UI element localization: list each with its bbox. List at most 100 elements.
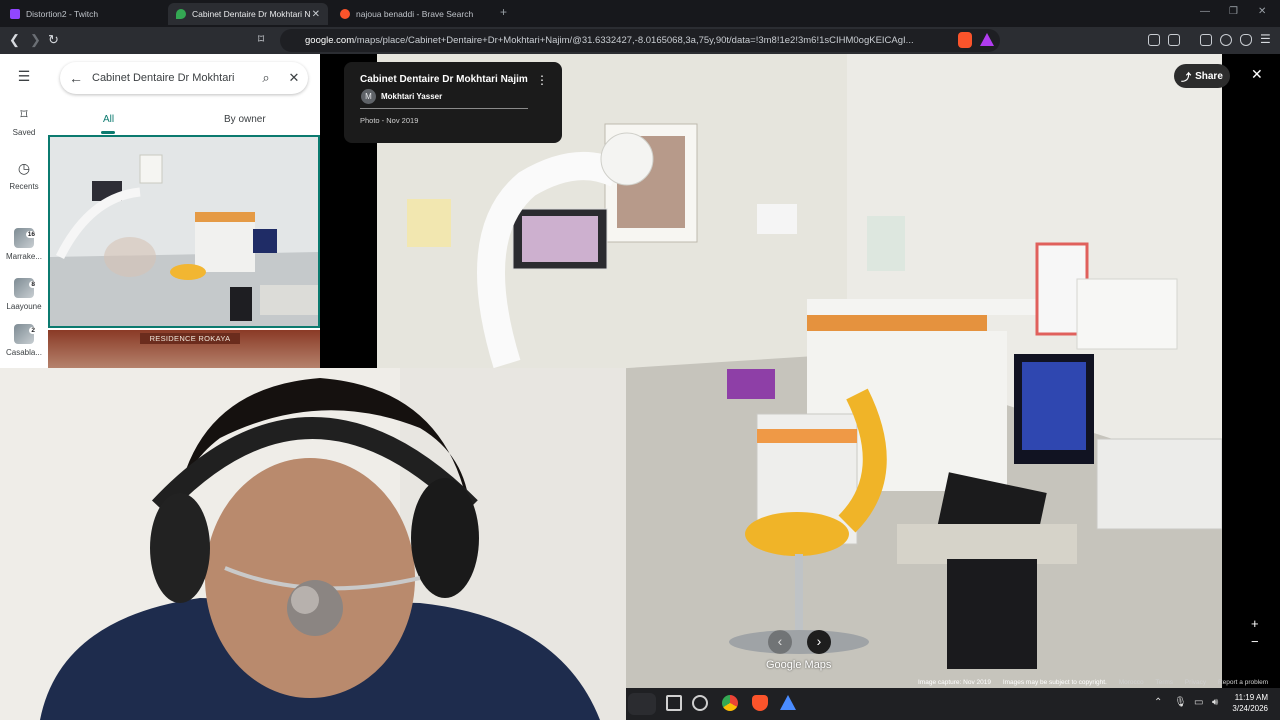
chrome-icon[interactable] — [722, 695, 738, 711]
more-options-icon[interactable]: ⋮ — [536, 73, 548, 87]
browser-tab-strip: Distortion2 - Twitch Cabinet Dentaire Dr… — [0, 0, 1280, 27]
recent-place-casablanca[interactable]: 2 Casabla... — [0, 324, 48, 357]
window-close-icon[interactable]: ✕ — [1258, 6, 1266, 17]
recents-button[interactable]: ◷ Recents — [0, 160, 48, 191]
divider — [360, 108, 528, 109]
hamburger-icon: ☰ — [17, 68, 31, 84]
close-tab-icon[interactable]: ✕ — [312, 9, 320, 20]
tab-label: najoua benaddi - Brave Search — [356, 9, 474, 19]
place-thumbnail: 2 — [14, 324, 37, 344]
recent-place-marrakech[interactable]: 16 Marrake... — [0, 228, 48, 261]
maps-side-rail: ☰ ⌑ Saved ◷ Recents 16 Marrake... 8 Laay… — [0, 54, 48, 368]
terms-link[interactable]: Terms — [1155, 679, 1173, 686]
saved-button[interactable]: ⌑ Saved — [0, 106, 48, 137]
brave-icon[interactable] — [752, 695, 768, 711]
search-box[interactable]: ← Cabinet Dentaire Dr Mokhtari ⌕ ✕ — [60, 62, 308, 94]
maps-pin-icon — [176, 9, 186, 19]
tab-google-maps[interactable]: Cabinet Dentaire Dr Mokhtari N... ✕ — [168, 3, 328, 25]
place-label: Laayoune — [6, 302, 42, 311]
tab-brave-search[interactable]: najoua benaddi - Brave Search — [332, 3, 497, 25]
place-title[interactable]: Cabinet Dentaire Dr Mokhtari Najim — [360, 74, 528, 85]
place-thumbnail: 8 — [14, 278, 37, 298]
url-domain: google.com — [305, 35, 355, 46]
vpn-icon[interactable] — [1240, 34, 1252, 46]
maps-photos-panel: ← Cabinet Dentaire Dr Mokhtari ⌕ ✕ All B… — [48, 54, 320, 368]
recents-label: Recents — [9, 182, 39, 191]
share-icon: ⤴ — [1181, 72, 1192, 84]
tab-label: Distortion2 - Twitch — [26, 9, 99, 19]
place-label: Casabla... — [5, 348, 43, 357]
reload-icon[interactable]: ↻ — [48, 32, 59, 48]
privacy-link[interactable]: Privacy — [1185, 679, 1206, 686]
capture-date: Image capture: Nov 2019 — [918, 679, 991, 686]
address-bar[interactable]: google.com/maps/place/Cabinet+Dentaire+D… — [280, 29, 1000, 52]
webcam-person-illustration — [0, 368, 626, 720]
zoom-out-icon[interactable]: − — [1251, 634, 1259, 649]
tab-label: Cabinet Dentaire Dr Mokhtari N... — [192, 9, 310, 19]
author-avatar[interactable]: M — [361, 89, 376, 104]
place-count: 16 — [25, 231, 37, 238]
display-icon[interactable]: ▭ — [1194, 697, 1203, 708]
windows-taskbar: ⌃ 🎙︎ ▭ 🔊︎ 11:19 AM 3/24/2026 — [626, 688, 1280, 720]
clear-search-icon[interactable]: ✕ — [280, 70, 308, 86]
app-icon[interactable] — [692, 695, 708, 711]
history-icon: ◷ — [17, 160, 31, 176]
proton-vpn-icon[interactable] — [780, 695, 796, 710]
volume-icon[interactable]: 🔊︎ — [1212, 697, 1218, 708]
tab-twitch[interactable]: Distortion2 - Twitch — [2, 3, 167, 25]
clock-date: 3/24/2026 — [1232, 704, 1268, 713]
extensions-icon[interactable] — [1148, 34, 1160, 46]
place-label: Marrake... — [5, 252, 42, 261]
search-input[interactable]: Cabinet Dentaire Dr Mokhtari — [92, 72, 252, 84]
report-problem-link[interactable]: Report a problem — [1218, 679, 1268, 686]
place-count: 8 — [29, 281, 37, 288]
new-tab-icon[interactable]: + — [500, 5, 507, 19]
share-label: Share — [1195, 70, 1223, 82]
system-clock[interactable]: 11:19 AM 3/24/2026 — [1232, 692, 1268, 714]
google-maps-logo: Google Maps — [766, 659, 832, 671]
photo-thumbnail-selected[interactable] — [48, 135, 320, 328]
next-photo-icon[interactable]: › — [807, 630, 831, 654]
previous-photo-icon[interactable]: ‹ — [768, 630, 792, 654]
url-path: /maps/place/Cabinet+Dentaire+Dr+Mokhtari… — [354, 35, 914, 46]
taskbar-search[interactable] — [628, 693, 656, 715]
zoom-in-icon[interactable]: + — [1251, 616, 1259, 631]
close-viewer-icon[interactable]: ✕ — [1251, 66, 1263, 83]
clock-time: 11:19 AM — [1234, 693, 1268, 702]
building-sign: RESIDENCE ROKAYA — [140, 333, 240, 344]
bookmark-icon: ⌑ — [20, 106, 28, 122]
brave-search-icon — [340, 9, 350, 19]
share-button[interactable]: ⤴ Share — [1174, 64, 1230, 88]
photo-thumbnail-building[interactable]: RESIDENCE ROKAYA — [48, 330, 320, 368]
minimize-icon[interactable]: — — [1200, 6, 1210, 17]
copyright-notice: Images may be subject to copyright. — [1002, 679, 1107, 686]
sidebar-icon[interactable] — [1168, 34, 1180, 46]
clinic-photo-thumbnail — [50, 137, 318, 326]
place-count: 2 — [29, 327, 37, 334]
photo-author[interactable]: Mokhtari Yasser — [381, 92, 442, 101]
tab-by-owner[interactable]: By owner — [224, 114, 266, 125]
forward-icon[interactable]: ❯ — [30, 32, 41, 48]
search-icon[interactable]: ⌕ — [252, 70, 280, 86]
recent-place-laayoune[interactable]: 8 Laayoune — [0, 278, 48, 311]
place-thumbnail: 16 — [14, 228, 37, 248]
tab-all[interactable]: All — [103, 114, 114, 125]
restore-icon[interactable]: ❐ — [1229, 6, 1238, 17]
country-label: Morocco — [1118, 679, 1144, 686]
back-icon[interactable]: ❮ — [9, 32, 20, 48]
menu-icon[interactable]: ☰ — [1260, 32, 1271, 46]
webcam-overlay — [0, 368, 626, 720]
active-tab-indicator — [101, 131, 115, 134]
bookmark-icon[interactable]: ⌑ — [258, 32, 264, 46]
wallet-icon[interactable] — [1200, 34, 1212, 46]
leo-ai-icon[interactable] — [1220, 34, 1232, 46]
photo-filter-tabs: All By owner — [48, 110, 320, 134]
back-arrow-icon[interactable]: ← — [60, 70, 92, 86]
task-view-icon[interactable] — [666, 695, 682, 711]
browser-toolbar: ❮ ❯ ↻ ⌑ google.com/maps/place/Cabinet+De… — [0, 27, 1280, 54]
microphone-icon[interactable]: 🎙︎ — [1174, 697, 1187, 708]
brave-shields-icon[interactable] — [958, 32, 972, 48]
maps-menu-button[interactable]: ☰ — [0, 68, 48, 90]
brave-rewards-icon[interactable] — [980, 33, 994, 46]
tray-overflow-icon[interactable]: ⌃ — [1154, 697, 1162, 708]
